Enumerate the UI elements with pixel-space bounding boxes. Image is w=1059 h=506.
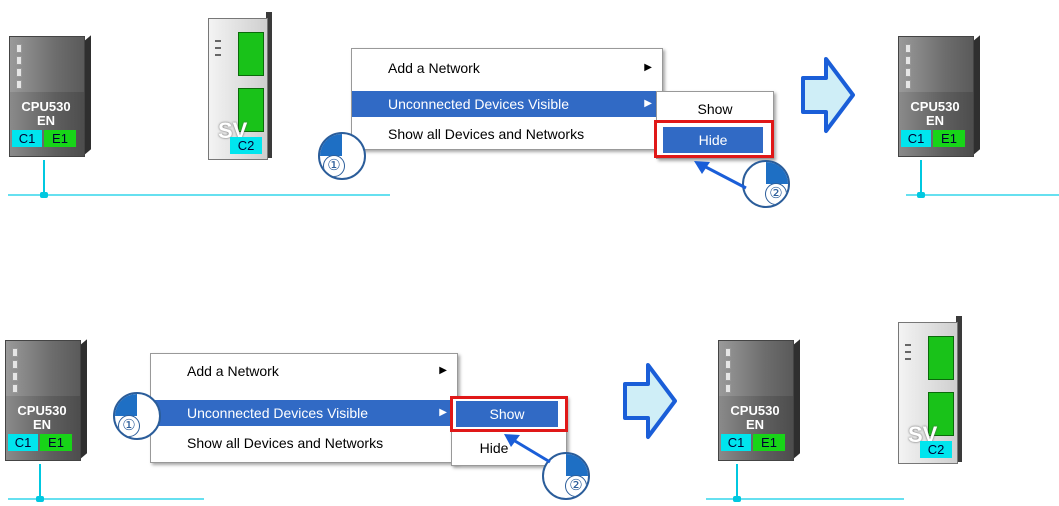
pointer-arrow-icon — [694, 161, 747, 190]
port-c1: C1 — [12, 130, 42, 147]
menu-item-unconnected-devices-visible[interactable]: Unconnected Devices Visible ▶ — [151, 400, 457, 426]
highlight-box-show — [450, 396, 568, 432]
mouse-step1-icon: ① — [113, 392, 161, 440]
led-indicators — [16, 44, 22, 92]
menu-item-show-all[interactable]: Show all Devices and Networks — [151, 430, 457, 456]
network-drop-bottom — [39, 464, 41, 498]
mouse-step1-icon: ① — [318, 132, 366, 180]
network-line-top-result — [906, 194, 1059, 196]
context-menu-bottom: Add a Network ▶ Unconnected Devices Visib… — [150, 353, 458, 463]
menu-item-show-all[interactable]: Show all Devices and Networks — [352, 121, 662, 147]
menu-item-add-network[interactable]: Add a Network ▶ — [352, 55, 662, 81]
network-line-top — [8, 194, 390, 196]
submenu-show[interactable]: Show — [657, 96, 773, 122]
network-node-top — [40, 192, 48, 198]
cpu530-device[interactable]: CPU530 EN C1 E1 — [5, 339, 87, 462]
cpu530-device-result[interactable]: CPU530 EN C1 E1 — [718, 339, 800, 462]
network-drop-bottom-result — [736, 464, 738, 498]
network-drop-top-result — [920, 160, 922, 194]
port-c2: C2 — [230, 137, 262, 154]
submenu-arrow-icon: ▶ — [644, 98, 652, 109]
context-menu-top: Add a Network ▶ Unconnected Devices Visib… — [351, 48, 663, 150]
cpu-label: CPU530 EN — [21, 99, 71, 128]
sv-device[interactable]: SV C2 — [208, 10, 272, 160]
submenu-arrow-icon: ▶ — [644, 62, 652, 73]
network-node-top-result — [917, 192, 925, 198]
menu-item-add-network[interactable]: Add a Network ▶ — [151, 358, 457, 384]
terminal-block-upper — [238, 32, 264, 76]
result-arrow-icon — [623, 363, 677, 439]
network-node-bottom — [36, 496, 44, 502]
result-arrow-icon — [801, 57, 855, 133]
cpu530-device[interactable]: CPU530 EN C1 E1 — [9, 35, 91, 158]
highlight-box-hide — [654, 120, 774, 158]
cpu530-device-result[interactable]: CPU530 EN C1 E1 — [898, 35, 980, 158]
network-drop-top — [43, 160, 45, 194]
port-e1: E1 — [44, 130, 76, 147]
network-node-bottom-result — [733, 496, 741, 502]
pointer-arrow-icon — [504, 434, 551, 464]
sv-device-result[interactable]: SV C2 — [898, 314, 962, 464]
menu-item-unconnected-devices-visible[interactable]: Unconnected Devices Visible ▶ — [352, 91, 662, 117]
